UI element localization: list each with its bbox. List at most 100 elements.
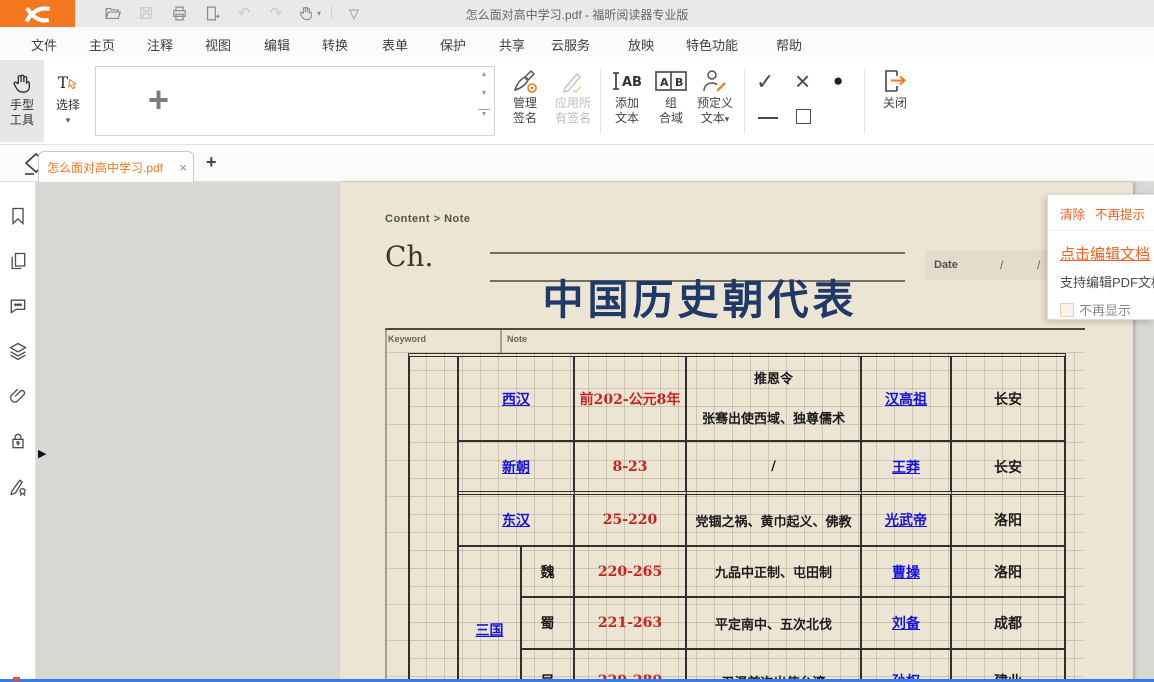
founder-link[interactable]: 汉高祖 xyxy=(862,357,952,442)
signatures-panel-icon[interactable] xyxy=(8,477,28,497)
period-cell: 229-280 xyxy=(575,650,687,682)
add-text-button[interactable]: AB 添加 文本 xyxy=(602,66,652,126)
capital-cell: 洛阳 xyxy=(952,495,1064,547)
capital-cell: 成都 xyxy=(952,598,1064,650)
dont-show-label[interactable]: 不再显示 xyxy=(1079,300,1131,319)
menu-present[interactable]: 放映 xyxy=(628,35,654,54)
add-text-label-1: 添加 xyxy=(602,96,652,111)
predefined-text-button[interactable]: 预定义 文本▾ xyxy=(690,66,740,127)
chapter-label: Ch. xyxy=(385,240,433,273)
text-select-icon: T xyxy=(46,66,90,98)
document-tab-bar: 怎么面对高中学习.pdf × + xyxy=(0,145,1154,182)
predefined-text-icon xyxy=(690,66,740,96)
apply-signature-label-2: 有签名 xyxy=(548,111,598,126)
capital-cell: 长安 xyxy=(952,442,1064,495)
add-signature-plus-icon[interactable]: + xyxy=(148,79,169,121)
stamp-line-icon[interactable] xyxy=(758,117,778,119)
state-cell: 蜀 xyxy=(522,598,575,650)
manage-signature-label-1: 管理 xyxy=(500,96,550,111)
svg-text:B: B xyxy=(675,76,683,89)
signature-list-box[interactable]: + ▲ ▼ ▼ xyxy=(95,66,495,136)
menu-file[interactable]: 文件 xyxy=(31,35,57,54)
new-tab-button[interactable]: + xyxy=(206,152,217,173)
founder-link[interactable]: 刘备 xyxy=(862,598,952,650)
bookmark-panel-icon[interactable] xyxy=(8,206,28,226)
combo-field-button[interactable]: AB 组 合域 xyxy=(646,66,696,126)
add-text-icon: AB xyxy=(602,66,652,96)
apply-signature-icon xyxy=(548,66,598,96)
popup-subtitle: 支持编辑PDF文档 xyxy=(1060,272,1154,291)
combo-field-label-1: 组 xyxy=(646,96,696,111)
menu-help[interactable]: 帮助 xyxy=(776,35,802,54)
document-tab[interactable]: 怎么面对高中学习.pdf × xyxy=(38,151,194,182)
menu-features[interactable]: 特色功能 xyxy=(686,35,738,54)
pages-panel-icon[interactable] xyxy=(8,251,28,271)
svg-text:AB: AB xyxy=(622,75,642,90)
menu-cloud[interactable]: 云服务 xyxy=(551,35,590,54)
hand-icon xyxy=(0,66,44,98)
signature-scroll-arrows[interactable]: ▲ ▼ ▼ xyxy=(478,71,490,130)
panel-expand-handle[interactable]: ▶ xyxy=(38,447,46,460)
events-cell: 平定南中、五次北伐 xyxy=(687,598,862,650)
stamp-check-icon[interactable]: ✓ xyxy=(756,69,774,95)
capital-cell: 洛阳 xyxy=(952,547,1064,598)
layers-panel-icon[interactable] xyxy=(8,341,28,361)
menu-form[interactable]: 表单 xyxy=(382,35,408,54)
hand-tool-button[interactable]: 手型 工具 xyxy=(0,60,44,142)
window-title: 怎么面对高中学习.pdf - 福昕阅读器专业版 xyxy=(0,6,1154,23)
founder-link[interactable]: 孙权 xyxy=(862,650,952,682)
dynasty-group-link[interactable]: 三国 xyxy=(459,547,522,682)
note-column-line xyxy=(500,330,502,354)
expand-gallery-icon[interactable]: ▼ xyxy=(478,109,490,118)
menu-protect[interactable]: 保护 xyxy=(440,35,466,54)
stamp-cross-icon[interactable]: × xyxy=(795,66,810,97)
taskbar-peek-icon xyxy=(13,677,20,681)
menu-edit[interactable]: 编辑 xyxy=(264,35,290,54)
pdf-page: Content > Note Ch. 中国历史朝代表 Date / / Keyw… xyxy=(340,182,1133,682)
manage-signature-icon xyxy=(500,66,550,96)
title-rule-1 xyxy=(490,252,905,254)
dynasty-link[interactable]: 西汉 xyxy=(459,357,575,442)
combo-field-label-2: 合域 xyxy=(646,111,696,126)
comments-panel-icon[interactable] xyxy=(8,296,28,316)
menu-home[interactable]: 主页 xyxy=(89,35,115,54)
popup-clear-button[interactable]: 清除 xyxy=(1060,208,1085,222)
svg-text:T: T xyxy=(58,74,69,92)
scroll-down-icon[interactable]: ▼ xyxy=(478,90,490,97)
menu-share[interactable]: 共享 xyxy=(499,35,525,54)
dynasty-table: 西汉 前202-公元8年 推恩令 张骞出使西域、独尊儒术 汉高祖 长安 新朝 8… xyxy=(408,353,1066,682)
stamp-dot-icon[interactable]: ● xyxy=(833,71,843,91)
menu-convert[interactable]: 转换 xyxy=(322,35,348,54)
predefined-text-label-2: 文本 xyxy=(701,111,725,125)
founder-link[interactable]: 光武帝 xyxy=(862,495,952,547)
dont-show-checkbox[interactable] xyxy=(1060,303,1074,317)
popup-dont-remind-button[interactable]: 不再提示 xyxy=(1095,208,1145,222)
note-label: Note xyxy=(507,334,527,344)
capital-cell: 建业 xyxy=(952,650,1064,682)
date-separator: / xyxy=(1037,258,1040,272)
menu-comment[interactable]: 注释 xyxy=(147,35,173,54)
edit-document-link[interactable]: 点击编辑文档 xyxy=(1060,243,1154,264)
events-cell: / xyxy=(687,442,862,495)
menu-view[interactable]: 视图 xyxy=(205,35,231,54)
scroll-up-icon[interactable]: ▲ xyxy=(478,71,490,78)
select-tool-button[interactable]: T 选择 ▾ xyxy=(46,60,90,142)
security-panel-icon[interactable] xyxy=(8,431,28,451)
state-cell: 吴 xyxy=(522,650,575,682)
period-cell: 8-23 xyxy=(575,442,687,495)
hand-tool-label-1: 手型 xyxy=(0,98,44,113)
close-fill-sign-button[interactable]: 关闭 xyxy=(870,66,920,111)
event-line: 张骞出使西域、独尊儒术 xyxy=(702,408,845,427)
dynasty-link[interactable]: 新朝 xyxy=(459,442,575,495)
add-text-label-2: 文本 xyxy=(602,111,652,126)
tab-close-icon[interactable]: × xyxy=(179,160,187,175)
select-tool-label: 选择 xyxy=(46,98,90,113)
manage-signature-button[interactable]: 管理 签名 xyxy=(500,66,550,126)
founder-link[interactable]: 曹操 xyxy=(862,547,952,598)
dynasty-link[interactable]: 东汉 xyxy=(459,495,575,547)
events-cell: 党锢之祸、黄巾起义、佛教 xyxy=(687,495,862,547)
founder-link[interactable]: 王莽 xyxy=(862,442,952,495)
attachments-panel-icon[interactable] xyxy=(8,386,28,406)
stamp-square-icon[interactable] xyxy=(796,109,811,124)
select-tool-caret-icon: ▾ xyxy=(46,113,90,128)
